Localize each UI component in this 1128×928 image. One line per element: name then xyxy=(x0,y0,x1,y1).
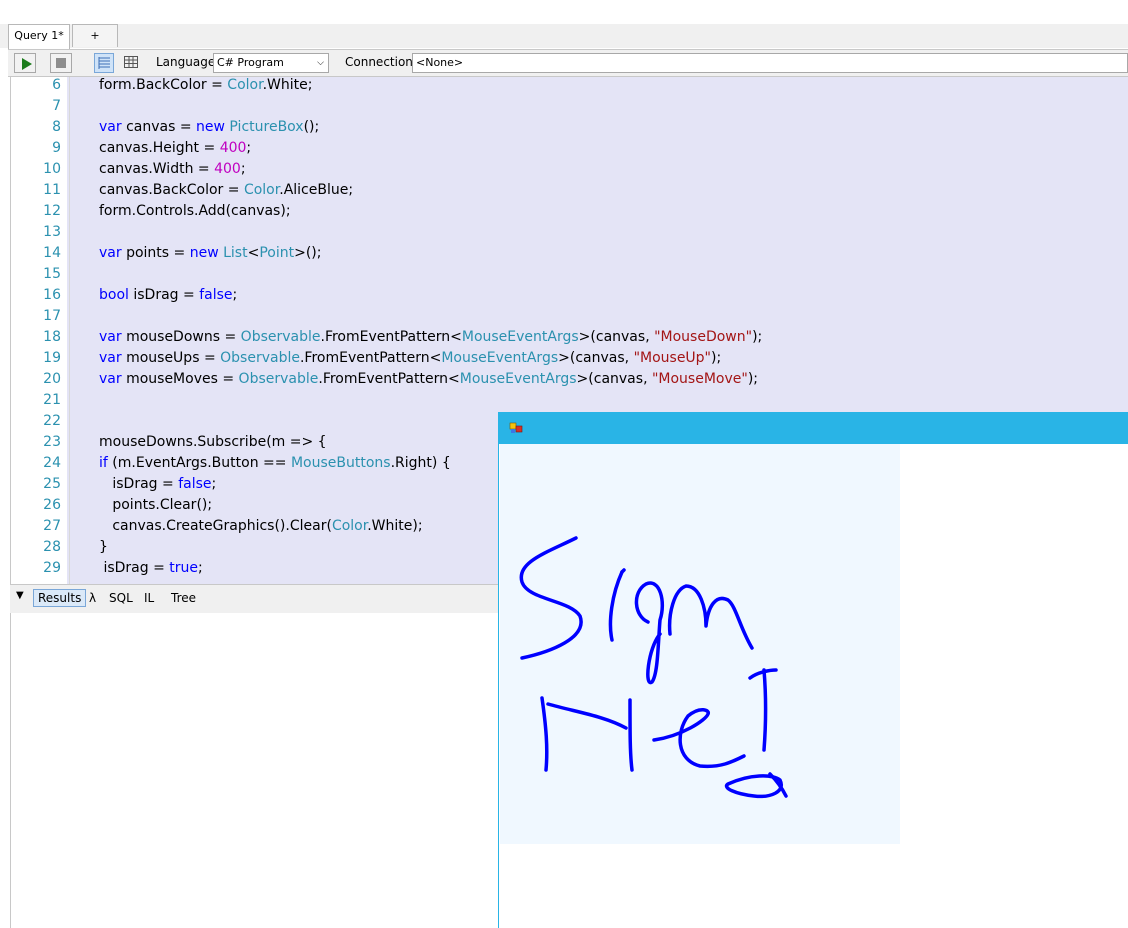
stop-icon[interactable] xyxy=(50,53,72,73)
toolbar: Language C# Program ⌵ Connection <None> xyxy=(8,49,1128,77)
line-number: 11 xyxy=(43,182,61,198)
tab-lambda[interactable]: λ xyxy=(89,591,96,605)
top-blank-strip xyxy=(0,0,1128,24)
line-number: 6 xyxy=(52,77,61,93)
form-window xyxy=(498,412,1128,928)
results-grid-icon[interactable] xyxy=(94,53,114,73)
results-tab-strip: ▼ Results λ SQL IL Tree xyxy=(10,584,500,614)
line-number: 28 xyxy=(43,539,61,555)
line-number: 12 xyxy=(43,203,61,219)
code-text: form.Controls.Add(canvas); xyxy=(99,203,291,219)
line-number: 16 xyxy=(43,287,61,303)
code-text: var canvas = new PictureBox(); xyxy=(99,119,320,135)
code-text: var points = new List<Point>(); xyxy=(99,245,322,261)
line-number: 18 xyxy=(43,329,61,345)
editor-margin-divider xyxy=(69,77,70,584)
code-text: mouseDowns.Subscribe(m => { xyxy=(99,434,327,450)
line-number: 17 xyxy=(43,308,61,324)
run-icon[interactable] xyxy=(14,53,36,73)
connection-select[interactable]: <None> xyxy=(412,53,1128,73)
code-text: if (m.EventArgs.Button == MouseButtons.R… xyxy=(99,455,451,471)
drawing-canvas[interactable] xyxy=(500,444,900,844)
language-select[interactable]: C# Program ⌵ xyxy=(213,53,329,73)
chevron-down-icon: ⌵ xyxy=(317,58,324,68)
tab-query-1[interactable]: Query 1* xyxy=(8,24,70,49)
code-text: var mouseMoves = Observable.FromEventPat… xyxy=(99,371,759,387)
connection-label: Connection xyxy=(345,55,413,69)
line-number: 26 xyxy=(43,497,61,513)
tab-tree[interactable]: Tree xyxy=(171,591,196,605)
line-number: 15 xyxy=(43,266,61,282)
collapse-triangle-icon[interactable]: ▼ xyxy=(16,590,24,601)
code-text: isDrag = true; xyxy=(103,560,203,576)
code-text: } xyxy=(99,539,108,555)
code-text: canvas.CreateGraphics().Clear(Color.Whit… xyxy=(112,518,423,534)
language-label: Language xyxy=(156,55,216,69)
data-grid-icon[interactable] xyxy=(122,53,142,73)
code-text: canvas.Height = 400; xyxy=(99,140,252,156)
line-number: 27 xyxy=(43,518,61,534)
new-tab-button[interactable]: + xyxy=(72,24,118,47)
line-number: 23 xyxy=(43,434,61,450)
code-text: form.BackColor = Color.White; xyxy=(99,77,313,93)
handwriting-drawing xyxy=(519,536,788,799)
tab-results[interactable]: Results xyxy=(33,589,87,607)
line-number: 19 xyxy=(43,350,61,366)
line-number: 21 xyxy=(43,392,61,408)
language-select-value: C# Program xyxy=(217,56,284,69)
line-number: 8 xyxy=(52,119,61,135)
code-text: isDrag = false; xyxy=(112,476,217,492)
code-text: var mouseDowns = Observable.FromEventPat… xyxy=(99,329,763,345)
window-app-icon xyxy=(509,421,523,435)
line-number: 24 xyxy=(43,455,61,471)
line-number: 29 xyxy=(43,560,61,576)
line-number: 20 xyxy=(43,371,61,387)
tab-sql[interactable]: SQL xyxy=(109,591,133,605)
form-titlebar[interactable] xyxy=(499,412,1128,444)
results-panel xyxy=(10,613,500,928)
line-number: 9 xyxy=(52,140,61,156)
connection-select-value: <None> xyxy=(416,56,464,69)
code-text: var mouseUps = Observable.FromEventPatte… xyxy=(99,350,722,366)
query-tab-strip: Query 1* + xyxy=(0,24,1128,49)
code-text: canvas.Width = 400; xyxy=(99,161,246,177)
line-number: 13 xyxy=(43,224,61,240)
line-number: 14 xyxy=(43,245,61,261)
line-number: 25 xyxy=(43,476,61,492)
tab-il[interactable]: IL xyxy=(144,591,154,605)
code-text: canvas.BackColor = Color.AliceBlue; xyxy=(99,182,354,198)
code-text: bool isDrag = false; xyxy=(99,287,238,303)
line-number: 10 xyxy=(43,161,61,177)
code-text: points.Clear(); xyxy=(112,497,213,513)
line-number: 22 xyxy=(43,413,61,429)
line-number: 7 xyxy=(52,98,61,114)
